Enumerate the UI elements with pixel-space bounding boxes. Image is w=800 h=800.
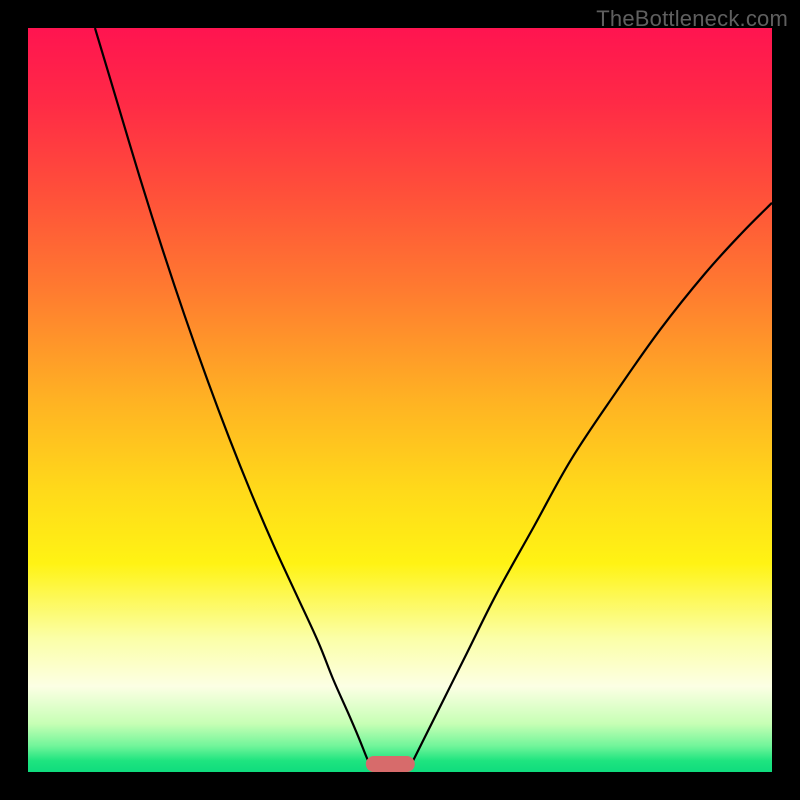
gradient-background	[28, 28, 772, 772]
optimum-marker	[366, 756, 414, 772]
outer-frame: TheBottleneck.com	[0, 0, 800, 800]
bottleneck-chart	[28, 28, 772, 772]
plot-area	[28, 28, 772, 772]
